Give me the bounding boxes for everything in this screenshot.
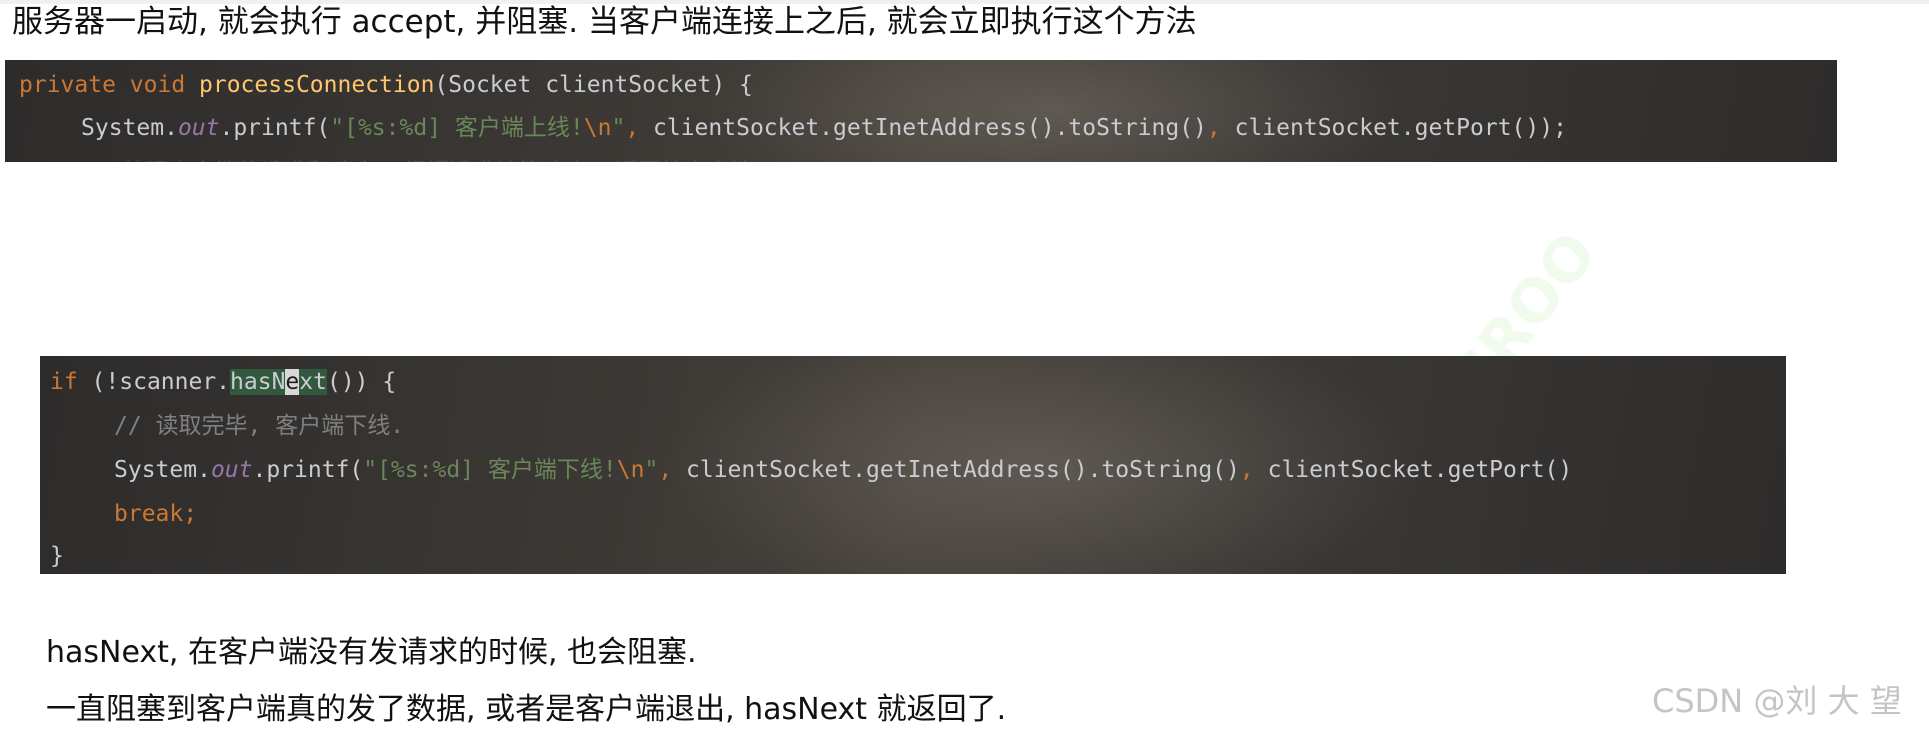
code-line: System.out.printf("[%s:%d] 客户端上线!\n", cl… bbox=[81, 115, 1567, 141]
text-cursor: e bbox=[285, 369, 300, 395]
paragraph-has-next-returns: 一直阻塞到客户端真的发了数据, 或者是客户端退出, hasNext 就返回了. bbox=[46, 692, 1007, 727]
page-heading: 服务器一启动, 就会执行 accept, 并阻塞. 当客户端连接上之后, 就会立… bbox=[12, 4, 1197, 40]
csdn-watermark: CSDN @刘 大 望 bbox=[1652, 682, 1902, 720]
code-block-process-connection: private void processConnection(Socket cl… bbox=[5, 60, 1837, 162]
code-line-faded: // 处理客户端的请求和响应, 根据请求计算响应, 返回给客户端 bbox=[81, 152, 753, 162]
code-line: break; bbox=[114, 501, 198, 527]
code-line: private void processConnection(Socket cl… bbox=[19, 72, 753, 98]
code-block-has-next: if (!scanner.hasNext()) { // 读取完毕, 客户端下线… bbox=[40, 356, 1786, 574]
code-line: System.out.printf("[%s:%d] 客户端下线!\n", cl… bbox=[114, 457, 1573, 483]
paragraph-has-next-blocks: hasNext, 在客户端没有发请求的时候, 也会阻塞. bbox=[46, 635, 697, 670]
code-line: if (!scanner.hasNext()) { bbox=[50, 369, 397, 395]
code-line: } bbox=[50, 543, 64, 569]
code-line-comment: // 读取完毕, 客户端下线. bbox=[114, 413, 405, 439]
